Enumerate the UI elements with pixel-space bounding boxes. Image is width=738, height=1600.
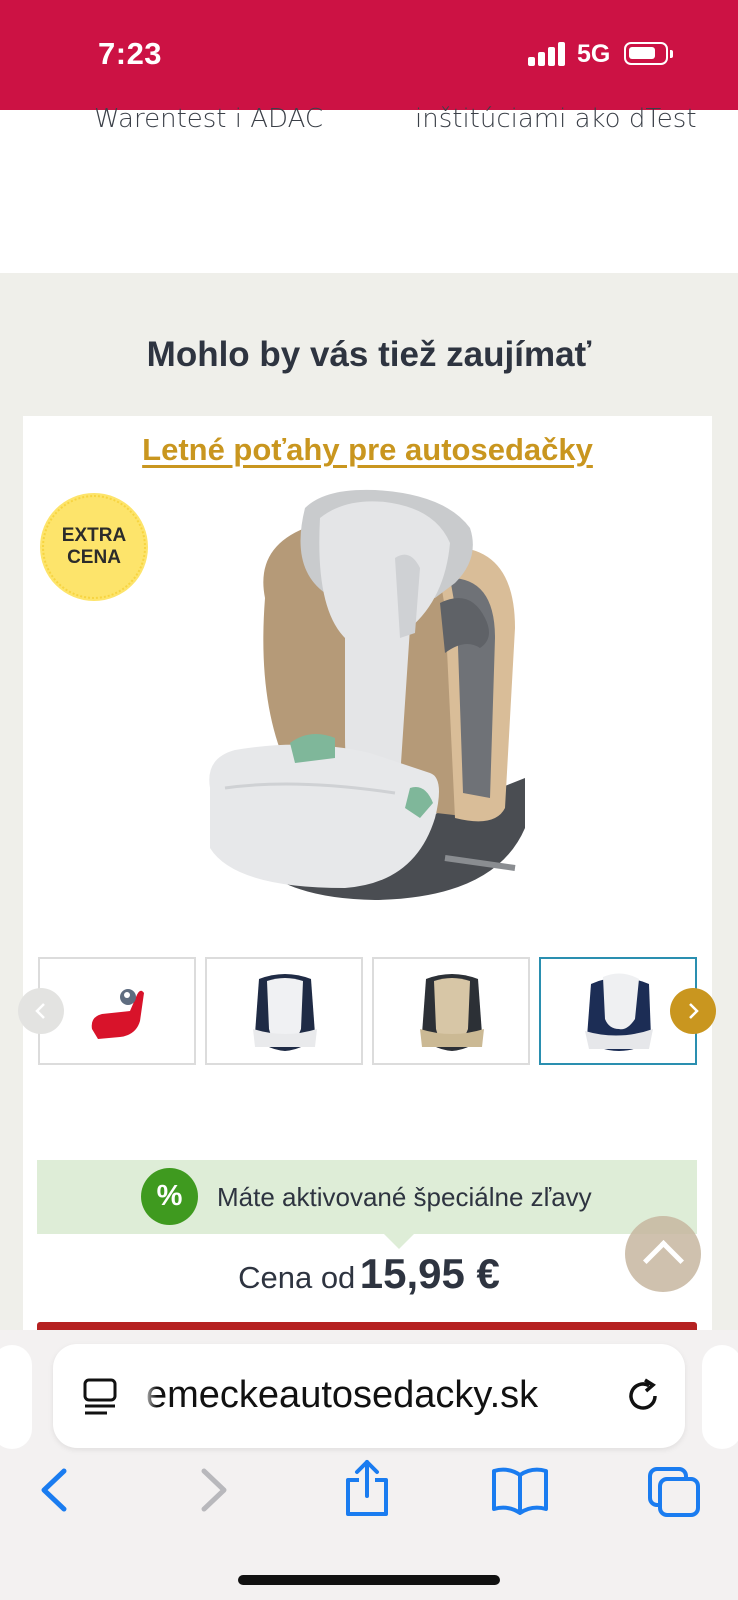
network-type: 5G (577, 40, 611, 68)
price-value: 15,95 € (359, 1250, 500, 1297)
badge-line-2: CENA (67, 547, 121, 568)
feature-caption-left: Warentest i ADAC (94, 104, 324, 134)
thumb-beige-seat[interactable] (372, 957, 530, 1065)
status-bar: 7:23 5G (0, 0, 738, 110)
reader-mode-icon[interactable] (81, 1376, 121, 1416)
carousel-prev-button[interactable] (18, 988, 64, 1034)
previous-tab-preview[interactable] (0, 1345, 32, 1449)
badge-line-1: EXTRA (61, 525, 127, 546)
section-title: Mohlo by vás tiež zaujímať (146, 335, 592, 374)
thumbnail-strip (38, 957, 698, 1065)
status-time: 7:23 (98, 36, 163, 71)
chevron-right-icon (689, 1003, 699, 1019)
carousel-next-button[interactable] (670, 988, 716, 1034)
extra-price-badge: EXTRA CENA (40, 493, 148, 601)
banner-pointer (384, 1234, 414, 1249)
forward-icon[interactable] (196, 1465, 232, 1515)
signal-icon (528, 42, 568, 66)
feature-caption-right: inštitúciami ako dTest (415, 104, 697, 134)
tabs-icon[interactable] (646, 1465, 702, 1519)
percent-icon: % (141, 1168, 198, 1225)
discount-text: Máte aktivované špeciálne zľavy (217, 1182, 592, 1212)
home-indicator (238, 1575, 500, 1585)
price: Cena od 15,95 € (0, 1250, 738, 1298)
address-bar[interactable]: emeckeautosedacky.sk (53, 1344, 685, 1448)
chevron-left-icon (35, 1003, 45, 1019)
bookmarks-icon[interactable] (490, 1465, 550, 1515)
share-icon[interactable] (342, 1458, 392, 1518)
thumb-white-cover-navy-seat[interactable] (205, 957, 363, 1065)
reload-icon[interactable] (623, 1376, 663, 1416)
next-tab-preview[interactable] (702, 1345, 738, 1449)
url-text[interactable]: emeckeautosedacky.sk (146, 1374, 538, 1417)
battery-icon (624, 42, 673, 65)
product-image[interactable] (195, 488, 540, 908)
product-title-link[interactable]: Letné poťahy pre autosedačky (23, 432, 712, 468)
price-label: Cena od (238, 1260, 356, 1295)
back-icon[interactable] (36, 1465, 72, 1515)
discount-banner: % Máte aktivované špeciálne zľavy (37, 1160, 697, 1249)
